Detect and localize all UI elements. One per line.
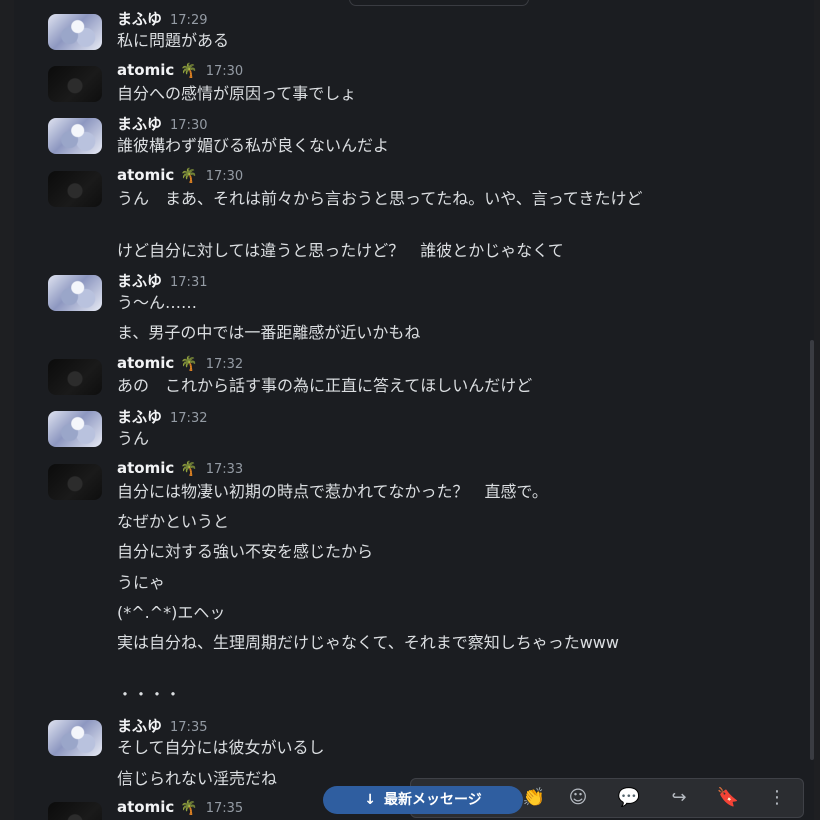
message-text: ・・・・ <box>117 685 182 704</box>
timestamp[interactable]: 17:35 <box>170 720 207 735</box>
more-icon[interactable]: ⋮ <box>765 786 789 810</box>
author-name[interactable]: atomic <box>117 459 174 477</box>
bookmark-icon[interactable]: 🔖 <box>716 786 740 810</box>
author-name[interactable]: まふゆ <box>117 408 162 426</box>
avatar[interactable] <box>48 171 102 207</box>
app-frame: まふゆ 17:29 私に問題がある atomic 🌴 17:30 自分への感情が原因っ… <box>0 0 820 820</box>
message-header: まふゆ 17:35 <box>117 715 207 736</box>
author-name[interactable]: まふゆ <box>117 115 162 133</box>
avatar[interactable] <box>48 118 102 154</box>
avatar[interactable] <box>48 464 102 500</box>
message-text: けど自分に対しては違うと思ったけど？ 誰彼とかじゃなくて <box>117 241 564 260</box>
avatar[interactable] <box>48 275 102 311</box>
message-header: atomic 🌴 17:32 <box>117 354 243 372</box>
message-text: うん まあ、それは前々から言おうと思ってたね。いや、言ってきたけど <box>117 189 643 208</box>
message-text: 自分への感情が原因って事でしょ <box>117 84 357 103</box>
timestamp[interactable]: 17:29 <box>170 13 207 28</box>
author-name[interactable]: まふゆ <box>117 10 162 28</box>
author-name[interactable]: atomic <box>117 166 174 184</box>
timestamp[interactable]: 17:30 <box>170 118 207 133</box>
message-header: まふゆ 17:31 <box>117 270 207 291</box>
reaction-icon[interactable]: 👏 <box>522 786 546 810</box>
message-text: 自分には物凄い初期の時点で惹かれてなかった？ 直感で。 <box>117 482 548 501</box>
message-text: (*^.^*)エヘッ <box>117 603 226 622</box>
palm-tree-icon: 🌴 <box>180 168 198 184</box>
jump-to-latest-button[interactable]: ↓ 最新メッセージ <box>323 786 523 814</box>
timestamp[interactable]: 17:35 <box>206 801 243 816</box>
message-text: 実は自分ね、生理周期だけじゃなくて、それまで察知しちゃったwww <box>117 633 619 652</box>
avatar[interactable] <box>48 66 102 102</box>
timestamp[interactable]: 17:33 <box>206 462 243 477</box>
message-text: そして自分には彼女がいるし <box>117 738 325 757</box>
timestamp[interactable]: 17:31 <box>170 275 207 290</box>
avatar[interactable] <box>48 359 102 395</box>
message-text: 自分に対する強い不安を感じたから <box>117 542 374 561</box>
message-header: atomic 🌴 17:30 <box>117 166 243 184</box>
palm-tree-icon: 🌴 <box>180 800 198 816</box>
palm-tree-icon: 🌴 <box>180 461 198 477</box>
timestamp[interactable]: 17:32 <box>206 357 243 372</box>
avatar[interactable] <box>48 720 102 756</box>
chat-area[interactable]: まふゆ 17:29 私に問題がある atomic 🌴 17:30 自分への感情が原因っ… <box>14 0 814 820</box>
message-text: うん <box>117 429 150 448</box>
message-text: うにゃ <box>117 573 166 592</box>
jump-to-latest-label: 最新メッセージ <box>384 792 482 808</box>
message-text: う〜ん…… <box>117 293 198 312</box>
top-indicator <box>349 0 529 6</box>
avatar[interactable] <box>48 411 102 447</box>
message-header: まふゆ 17:29 <box>117 8 207 29</box>
palm-tree-icon: 🌴 <box>180 63 198 79</box>
message-text: 私に問題がある <box>117 31 230 50</box>
author-name[interactable]: まふゆ <box>117 272 162 290</box>
message-header: まふゆ 17:30 <box>117 113 207 134</box>
author-name[interactable]: atomic <box>117 61 174 79</box>
message-text: ま、男子の中では一番距離感が近いかもね <box>117 323 421 342</box>
avatar[interactable] <box>48 802 102 820</box>
reply-icon[interactable]: 💬 <box>617 786 641 810</box>
message-text: なぜかというと <box>117 512 230 531</box>
message-text: あの これから話す事の為に正直に答えてほしいんだけど <box>117 376 533 395</box>
message-text: 誰彼構わず媚びる私が良くないんだよ <box>117 136 390 155</box>
timestamp[interactable]: 17:30 <box>206 64 243 79</box>
scrollbar[interactable] <box>810 340 814 760</box>
message-header: atomic 🌴 17:30 <box>117 61 243 79</box>
avatar[interactable] <box>48 14 102 50</box>
message-header: atomic 🌴 17:35 <box>117 798 243 816</box>
author-name[interactable]: まふゆ <box>117 717 162 735</box>
timestamp[interactable]: 17:30 <box>206 169 243 184</box>
author-name[interactable]: atomic <box>117 798 174 816</box>
arrow-down-icon: ↓ <box>364 792 376 808</box>
palm-tree-icon: 🌴 <box>180 356 198 372</box>
author-name[interactable]: atomic <box>117 354 174 372</box>
forward-icon[interactable]: ↪ <box>667 786 691 810</box>
timestamp[interactable]: 17:32 <box>170 411 207 426</box>
message-header: atomic 🌴 17:33 <box>117 459 243 477</box>
add-emoji-icon[interactable]: ☺ <box>566 786 590 810</box>
message-header: まふゆ 17:32 <box>117 406 207 427</box>
